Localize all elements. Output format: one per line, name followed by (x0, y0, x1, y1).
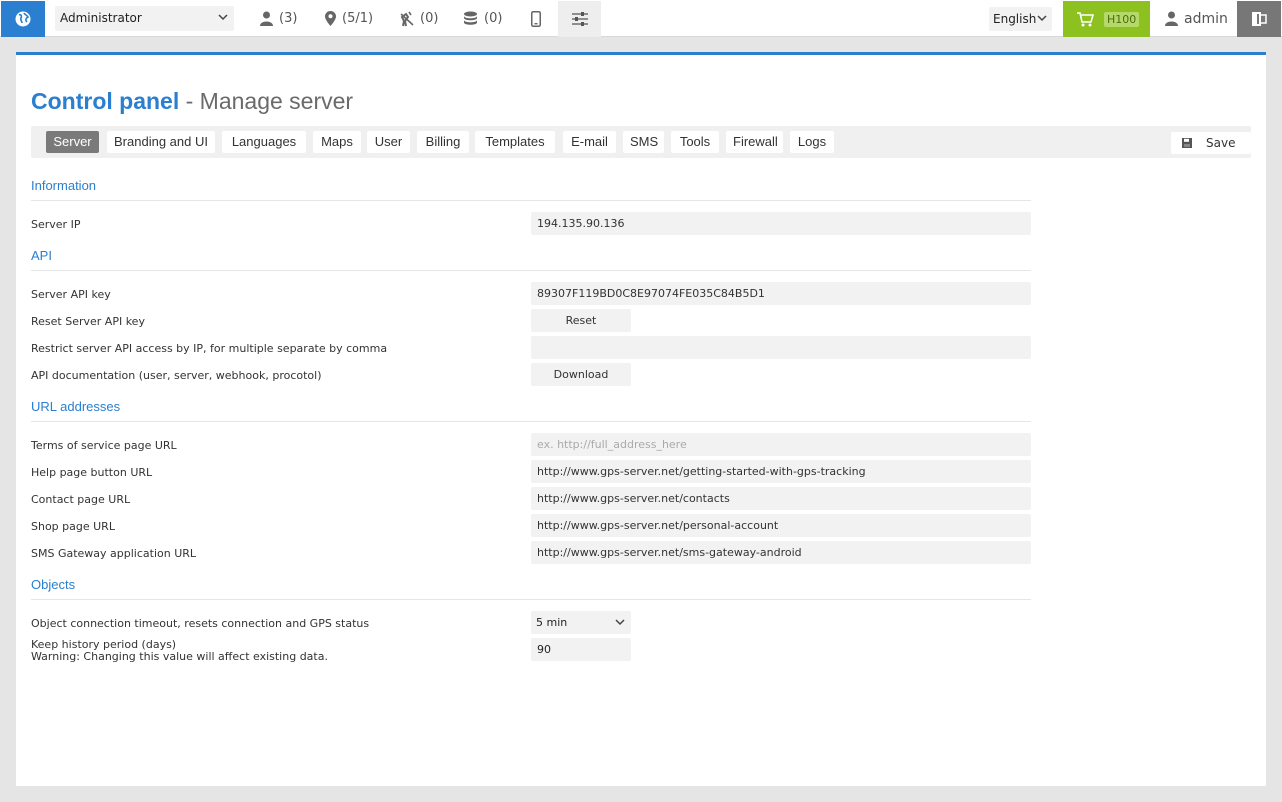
reset-api-key-label: Reset Server API key (31, 315, 145, 328)
help-url-label: Help page button URL (31, 466, 153, 479)
tab-templates[interactable]: Templates (475, 131, 555, 153)
tab-sms[interactable]: SMS (623, 131, 664, 153)
history-warning: Warning: Changing this value will affect… (31, 650, 328, 663)
billing-count: (0) (484, 11, 503, 26)
restrict-ip-label: Restrict server API access by IP, for mu… (31, 342, 388, 355)
chevron-down-icon (615, 619, 625, 626)
api-docs-label: API documentation (user, server, webhook… (31, 369, 322, 382)
server-ip-label: Server IP (31, 218, 81, 231)
users-count: (3) (279, 11, 298, 26)
globe-button[interactable] (1, 1, 45, 37)
tab-server[interactable]: Server (46, 131, 99, 153)
language-value: English (993, 12, 1037, 26)
role-value: Administrator (60, 11, 142, 25)
section-api: API (31, 248, 1031, 271)
api-key-field[interactable]: 89307F119BD0C8E97074FE035C84B5D1 (531, 282, 1031, 305)
tos-url-field[interactable]: ex. http://full_address_here (531, 433, 1031, 456)
mobile-button[interactable] (531, 0, 547, 37)
no-signal-icon (400, 11, 414, 26)
shop-url-field[interactable]: http://www.gps-server.net/personal-accou… (531, 514, 1031, 537)
sms-url-field[interactable]: http://www.gps-server.net/sms-gateway-an… (531, 541, 1031, 564)
objects-stat[interactable]: (5/1) (325, 0, 373, 37)
user-menu[interactable]: admin (1150, 0, 1237, 37)
cart-icon (1077, 11, 1094, 26)
unused-count: (0) (420, 11, 439, 26)
user-icon (260, 11, 273, 26)
download-button[interactable]: Download (531, 363, 631, 386)
timeout-select[interactable]: 5 min (531, 611, 631, 634)
section-title: API (31, 248, 52, 263)
api-key-label: Server API key (31, 288, 111, 301)
billing-stat[interactable]: (0) (463, 0, 502, 37)
tab-bar: Server Branding and UI Languages Maps Us… (31, 126, 1251, 158)
objects-count: (5/1) (342, 11, 374, 26)
save-button[interactable]: Save (1171, 132, 1251, 154)
section-title: Objects (31, 577, 76, 592)
mobile-icon (531, 10, 541, 27)
contact-url-label: Contact page URL (31, 493, 131, 506)
map-pin-icon (325, 11, 336, 26)
section-information: Information (31, 178, 1031, 201)
floppy-icon (1182, 138, 1192, 148)
tab-user[interactable]: User (367, 131, 410, 153)
server-ip-field[interactable]: 194.135.90.136 (531, 212, 1031, 235)
history-field[interactable]: 90 (531, 638, 631, 661)
section-title: Information (31, 178, 97, 193)
page-title-sub: - Manage server (185, 88, 354, 114)
help-url-field[interactable]: http://www.gps-server.net/getting-starte… (531, 460, 1031, 483)
reset-button[interactable]: Reset (531, 309, 631, 332)
tab-firewall[interactable]: Firewall (726, 131, 783, 153)
tab-email[interactable]: E-mail (563, 131, 616, 153)
role-select[interactable]: Administrator (55, 6, 234, 31)
restrict-ip-field[interactable] (531, 336, 1031, 359)
chevron-down-icon (218, 14, 228, 21)
globe-icon (15, 11, 31, 27)
shop-url-label: Shop page URL (31, 520, 115, 533)
sms-url-label: SMS Gateway application URL (31, 547, 197, 560)
logout-button[interactable] (1237, 1, 1281, 37)
logout-icon (1252, 12, 1267, 26)
user-icon (1165, 11, 1178, 26)
tab-tools[interactable]: Tools (671, 131, 719, 153)
users-stat[interactable]: (3) (260, 0, 297, 37)
timeout-value: 5 min (536, 616, 568, 629)
settings-button[interactable] (558, 1, 601, 37)
sliders-icon (571, 12, 588, 26)
coins-icon (464, 11, 477, 25)
page-title-main: Control panel (31, 88, 180, 114)
chevron-down-icon (1037, 15, 1047, 22)
top-bar: Administrator (3) (5/1) (0) (0) English … (0, 0, 1282, 37)
tab-logs[interactable]: Logs (790, 131, 834, 153)
tos-url-label: Terms of service page URL (31, 439, 177, 452)
cart-button[interactable]: H100 (1063, 1, 1150, 37)
tab-billing[interactable]: Billing (417, 131, 469, 153)
section-title: URL addresses (31, 399, 121, 414)
page-title: Control panel - Manage server (31, 88, 353, 115)
section-urls: URL addresses (31, 399, 1031, 422)
cart-badge: H100 (1104, 11, 1140, 27)
timeout-label: Object connection timeout, resets connec… (31, 617, 370, 630)
tab-maps[interactable]: Maps (313, 131, 361, 153)
tab-branding[interactable]: Branding and UI (107, 131, 215, 153)
contact-url-field[interactable]: http://www.gps-server.net/contacts (531, 487, 1031, 510)
username: admin (1184, 10, 1228, 27)
language-select[interactable]: English (989, 7, 1052, 31)
main-panel: Control panel - Manage server Server Bra… (16, 52, 1266, 786)
tab-languages[interactable]: Languages (222, 131, 306, 153)
section-objects: Objects (31, 577, 1031, 600)
unused-stat[interactable]: (0) (400, 0, 438, 37)
save-label: Save (1206, 136, 1236, 150)
